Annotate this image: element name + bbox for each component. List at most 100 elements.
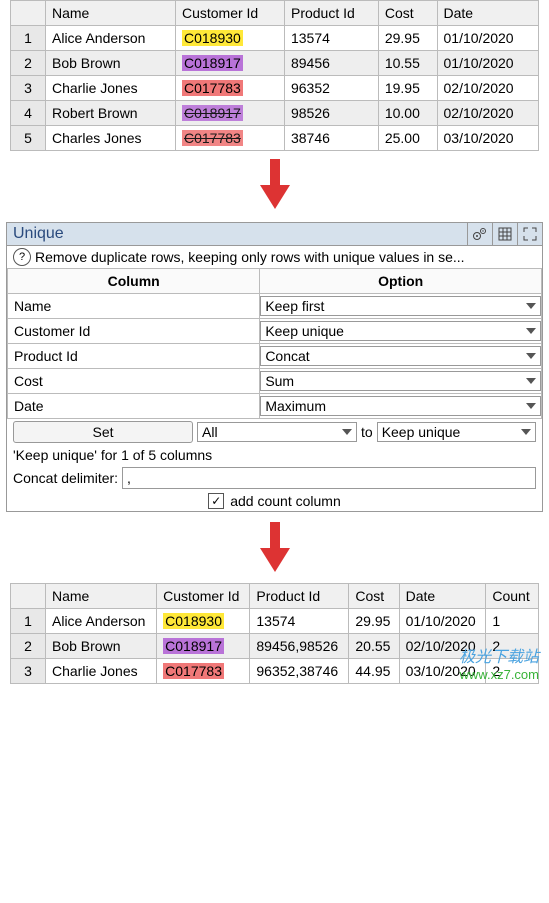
cell: 03/10/2020 <box>399 659 486 684</box>
cell: 4 <box>11 101 46 126</box>
cell: 89456,98526 <box>250 634 349 659</box>
cell: C017783 <box>157 659 250 684</box>
col-header <box>11 584 46 609</box>
cell: 3 <box>11 76 46 101</box>
add-count-checkbox[interactable]: ✓ <box>208 493 224 509</box>
output-table: NameCustomer IdProduct IdCostDateCount1A… <box>0 583 549 684</box>
cell: 19.95 <box>378 76 437 101</box>
cell: 10.00 <box>378 101 437 126</box>
table-row[interactable]: 2Bob BrownC0189178945610.5501/10/2020 <box>11 51 539 76</box>
col-name: Date <box>8 394 260 419</box>
table-row[interactable]: 1Alice AndersonC0189301357429.9501/10/20… <box>11 609 539 634</box>
cell: 29.95 <box>349 609 399 634</box>
settings-gears-icon[interactable] <box>467 223 492 245</box>
cell: 01/10/2020 <box>437 26 538 51</box>
expand-icon[interactable] <box>517 223 542 245</box>
col-header: Customer Id <box>175 1 284 26</box>
customer-id-highlight: C017783 <box>182 80 243 96</box>
cell: C017783 <box>175 76 284 101</box>
chevron-down-icon <box>526 378 536 384</box>
col-header: Product Id <box>284 1 378 26</box>
cell: 96352,38746 <box>250 659 349 684</box>
cell: C018917 <box>175 51 284 76</box>
keep-select[interactable]: Keep unique <box>377 422 536 442</box>
chevron-down-icon <box>526 353 536 359</box>
table-row[interactable]: 3Charlie JonesC0177839635219.9502/10/202… <box>11 76 539 101</box>
col-header: Cost <box>349 584 399 609</box>
set-button[interactable]: Set <box>13 421 193 443</box>
cell: C018930 <box>175 26 284 51</box>
option-row: NameKeep first <box>8 294 542 319</box>
option-header: Option <box>260 269 542 294</box>
cell: 2 <box>11 634 46 659</box>
help-row: ? Remove duplicate rows, keeping only ro… <box>7 246 542 268</box>
table-row[interactable]: 1Alice AndersonC0189301357429.9501/10/20… <box>11 26 539 51</box>
option-select[interactable]: Keep unique <box>260 321 541 341</box>
cell: 01/10/2020 <box>399 609 486 634</box>
cell: Alice Anderson <box>46 609 157 634</box>
col-header: Name <box>46 1 176 26</box>
table-row[interactable]: 2Bob BrownC01891789456,9852620.5502/10/2… <box>11 634 539 659</box>
cell: Bob Brown <box>46 634 157 659</box>
cell: 89456 <box>284 51 378 76</box>
cell: 1 <box>486 609 539 634</box>
table-row[interactable]: 4Robert BrownC0189179852610.0002/10/2020 <box>11 101 539 126</box>
cell: 29.95 <box>378 26 437 51</box>
chevron-down-icon <box>521 429 531 435</box>
col-header: Count <box>486 584 539 609</box>
col-name: Cost <box>8 369 260 394</box>
col-header: Date <box>437 1 538 26</box>
col-name: Customer Id <box>8 319 260 344</box>
cell: 25.00 <box>378 126 437 151</box>
cell: 5 <box>11 126 46 151</box>
to-label: to <box>361 424 373 440</box>
cell: 13574 <box>250 609 349 634</box>
col-header: Date <box>399 584 486 609</box>
cell: 13574 <box>284 26 378 51</box>
help-text: Remove duplicate rows, keeping only rows… <box>35 249 465 265</box>
cell: 3 <box>11 659 46 684</box>
cell: 44.95 <box>349 659 399 684</box>
cell: 01/10/2020 <box>437 51 538 76</box>
table-row[interactable]: 3Charlie Jones C017783 96352,3874644.9503/… <box>11 659 539 684</box>
customer-id-highlight: C017783 <box>182 130 243 146</box>
delimiter-input[interactable]: , <box>122 467 536 489</box>
cell: 96352 <box>284 76 378 101</box>
option-row: Product IdConcat <box>8 344 542 369</box>
cell: Bob Brown <box>46 51 176 76</box>
option-row: DateMaximum <box>8 394 542 419</box>
help-icon[interactable]: ? <box>13 248 31 266</box>
cell: 02/10/2020 <box>399 634 486 659</box>
options-table: ColumnOption NameKeep firstCustomer IdKe… <box>7 268 542 419</box>
cell: 20.55 <box>349 634 399 659</box>
col-header: Customer Id <box>157 584 250 609</box>
cell: 2 <box>11 51 46 76</box>
input-table: NameCustomer IdProduct IdCostDate1Alice … <box>0 0 549 151</box>
chevron-down-icon <box>526 303 536 309</box>
option-select[interactable]: Keep first <box>260 296 541 316</box>
grid-icon[interactable] <box>492 223 517 245</box>
arrow-1 <box>0 151 549 220</box>
customer-id-highlight: C018930 <box>182 30 243 46</box>
cell: 2 <box>486 659 539 684</box>
col-name: Product Id <box>8 344 260 369</box>
col-header: Name <box>46 584 157 609</box>
customer-id-highlight: C018917 <box>163 638 224 654</box>
table-row[interactable]: 5Charles JonesC0177833874625.0003/10/202… <box>11 126 539 151</box>
col-header: Product Id <box>250 584 349 609</box>
cell: Charles Jones <box>46 126 176 151</box>
customer-id-highlight: C018917 <box>182 55 243 71</box>
column-header: Column <box>8 269 260 294</box>
cell: 1 <box>11 609 46 634</box>
cell: Charlie Jones <box>46 659 157 684</box>
customer-id-highlight: C017783 <box>163 663 224 679</box>
cell: 2 <box>486 634 539 659</box>
cell: C018917 <box>175 101 284 126</box>
cell: 03/10/2020 <box>437 126 538 151</box>
chevron-down-icon <box>526 328 536 334</box>
option-select[interactable]: Concat <box>260 346 541 366</box>
add-count-label: add count column <box>230 493 341 509</box>
option-select[interactable]: Sum <box>260 371 541 391</box>
option-select[interactable]: Maximum <box>260 396 541 416</box>
all-select[interactable]: All <box>197 422 357 442</box>
